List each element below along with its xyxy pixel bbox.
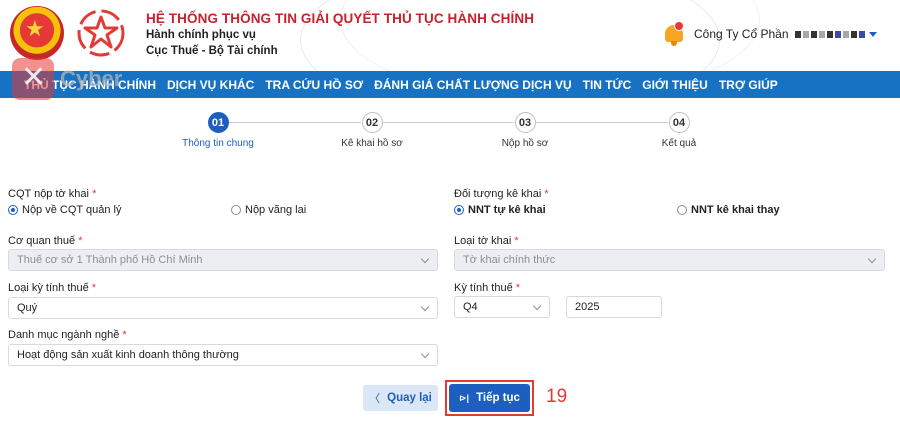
required-mark: * bbox=[92, 188, 97, 200]
star-icon: ★ bbox=[25, 16, 45, 41]
step-number: 04 bbox=[668, 112, 690, 133]
notification-badge bbox=[674, 21, 684, 31]
chevron-down-icon bbox=[532, 301, 542, 311]
chevron-left-icon: 〈 bbox=[369, 393, 381, 405]
chevron-down-icon bbox=[420, 302, 430, 312]
chevron-down-icon bbox=[420, 349, 430, 359]
required-mark: * bbox=[515, 282, 521, 294]
system-title: HỆ THỐNG THÔNG TIN GIẢI QUYẾT THỦ TỤC HÀ… bbox=[146, 11, 535, 26]
nav-item-gioi-thieu[interactable]: GIỚI THIỆU bbox=[642, 78, 708, 92]
loai-to-khai-label: Loại tờ khai * bbox=[454, 235, 519, 247]
danh-muc-nganh-nghe-select[interactable]: Hoạt động sản xuất kinh doanh thông thườ… bbox=[8, 344, 438, 366]
loai-ky-tinh-thue-select[interactable]: Quý bbox=[8, 297, 438, 319]
national-emblem-icon: ★ bbox=[10, 6, 64, 60]
nav-item-tin-tuc[interactable]: TIN TỨC bbox=[583, 78, 632, 92]
radio-dot[interactable] bbox=[677, 205, 687, 215]
step-number: 03 bbox=[514, 112, 536, 133]
radio-nnt-ke-khai-thay[interactable]: NNT kê khai thay bbox=[677, 204, 780, 216]
skip-next-icon: ⊳| bbox=[459, 392, 470, 403]
required-mark: * bbox=[78, 235, 83, 247]
step-2[interactable]: 02 Kê khai hồ sơ bbox=[312, 112, 432, 149]
loai-to-khai-select: Tờ khai chính thức bbox=[454, 249, 885, 271]
radio-dot[interactable] bbox=[454, 205, 464, 215]
watermark: ✕ Cyber bbox=[12, 58, 122, 100]
progress-stepper: 01 Thông tin chung 02 Kê khai hồ sơ 03 N… bbox=[0, 108, 900, 154]
co-quan-thue-label: Cơ quan thuế * bbox=[8, 235, 83, 247]
step-label: Nộp hồ sơ bbox=[501, 138, 549, 149]
ky-tinh-thue-quarter-select[interactable]: Q4 bbox=[454, 296, 550, 318]
required-mark: * bbox=[91, 282, 97, 294]
nav-item-dich-vu-khac[interactable]: DỊCH VỤ KHÁC bbox=[167, 78, 254, 92]
watermark-text: Cyber bbox=[60, 66, 123, 91]
step-number: 01 bbox=[207, 112, 229, 133]
loai-ky-tinh-thue-label: Loại kỳ tính thuế * bbox=[8, 282, 97, 294]
ky-tinh-thue-year-input[interactable]: 2025 bbox=[566, 296, 662, 318]
cqt-label: CQT nộp tờ khai * bbox=[8, 188, 97, 200]
continue-button[interactable]: ⊳| Tiếp tục bbox=[449, 384, 530, 412]
radio-dot[interactable] bbox=[8, 205, 18, 215]
radio-dot[interactable] bbox=[231, 205, 241, 215]
radio-nop-ve-cqt-quan-ly[interactable]: Nộp về CQT quản lý bbox=[8, 204, 121, 216]
redacted-name bbox=[794, 30, 865, 38]
step-label: Kết quả bbox=[661, 138, 697, 149]
notification-bell-icon[interactable] bbox=[662, 21, 686, 47]
step-label: Kê khai hồ sơ bbox=[341, 138, 403, 149]
chevron-down-icon[interactable] bbox=[868, 31, 877, 37]
user-name[interactable]: Công Ty Cổ Phần bbox=[694, 27, 789, 41]
system-subtitle: Hành chính phục vụ bbox=[146, 29, 256, 41]
step-3[interactable]: 03 Nộp hồ sơ bbox=[465, 112, 585, 149]
chevron-down-icon bbox=[867, 254, 877, 264]
co-quan-thue-select: Thuế cơ sở 1 Thành phố Hồ Chí Minh bbox=[8, 249, 438, 271]
nav-item-danh-gia[interactable]: ĐÁNH GIÁ CHẤT LƯỢNG DỊCH VỤ bbox=[374, 78, 572, 92]
required-mark: * bbox=[544, 188, 549, 200]
required-mark: * bbox=[514, 235, 519, 247]
step-label: Thông tin chung bbox=[182, 138, 254, 149]
header: ★ HỆ THỐNG THÔNG TIN GIẢI QUYẾT THỦ TỤC … bbox=[0, 0, 900, 71]
user-menu[interactable]: Công Ty Cổ Phần bbox=[662, 20, 877, 48]
nav-item-tra-cuu[interactable]: TRA CỨU HỒ SƠ bbox=[265, 78, 363, 92]
back-button[interactable]: 〈 Quay lại bbox=[363, 385, 438, 411]
step-number: 02 bbox=[361, 112, 383, 133]
watermark-logo-icon: ✕ bbox=[12, 58, 54, 100]
tax-department-logo-icon bbox=[77, 9, 125, 57]
ky-tinh-thue-label: Kỳ tính thuế * bbox=[454, 282, 521, 294]
required-mark: * bbox=[122, 329, 127, 341]
danh-muc-nganh-nghe-label: Danh mục ngành nghề * bbox=[8, 329, 127, 341]
agency-name: Cục Thuế - Bộ Tài chính bbox=[146, 45, 278, 57]
step-1[interactable]: 01 Thông tin chung bbox=[158, 112, 278, 149]
radio-nnt-tu-ke-khai[interactable]: NNT tự kê khai bbox=[454, 204, 546, 216]
radio-nop-vang-lai[interactable]: Nộp vãng lai bbox=[231, 204, 306, 216]
nav-item-tro-giup[interactable]: TRỢ GIÚP bbox=[719, 78, 778, 92]
annotation-step-number: 19 bbox=[546, 386, 568, 407]
step-4[interactable]: 04 Kết quả bbox=[619, 112, 739, 149]
chevron-down-icon bbox=[420, 254, 430, 264]
doi-tuong-label: Đối tượng kê khai * bbox=[454, 188, 549, 200]
main-navbar: THỦ TỤC HÀNH CHÍNH DỊCH VỤ KHÁC TRA CỨU … bbox=[0, 71, 900, 98]
